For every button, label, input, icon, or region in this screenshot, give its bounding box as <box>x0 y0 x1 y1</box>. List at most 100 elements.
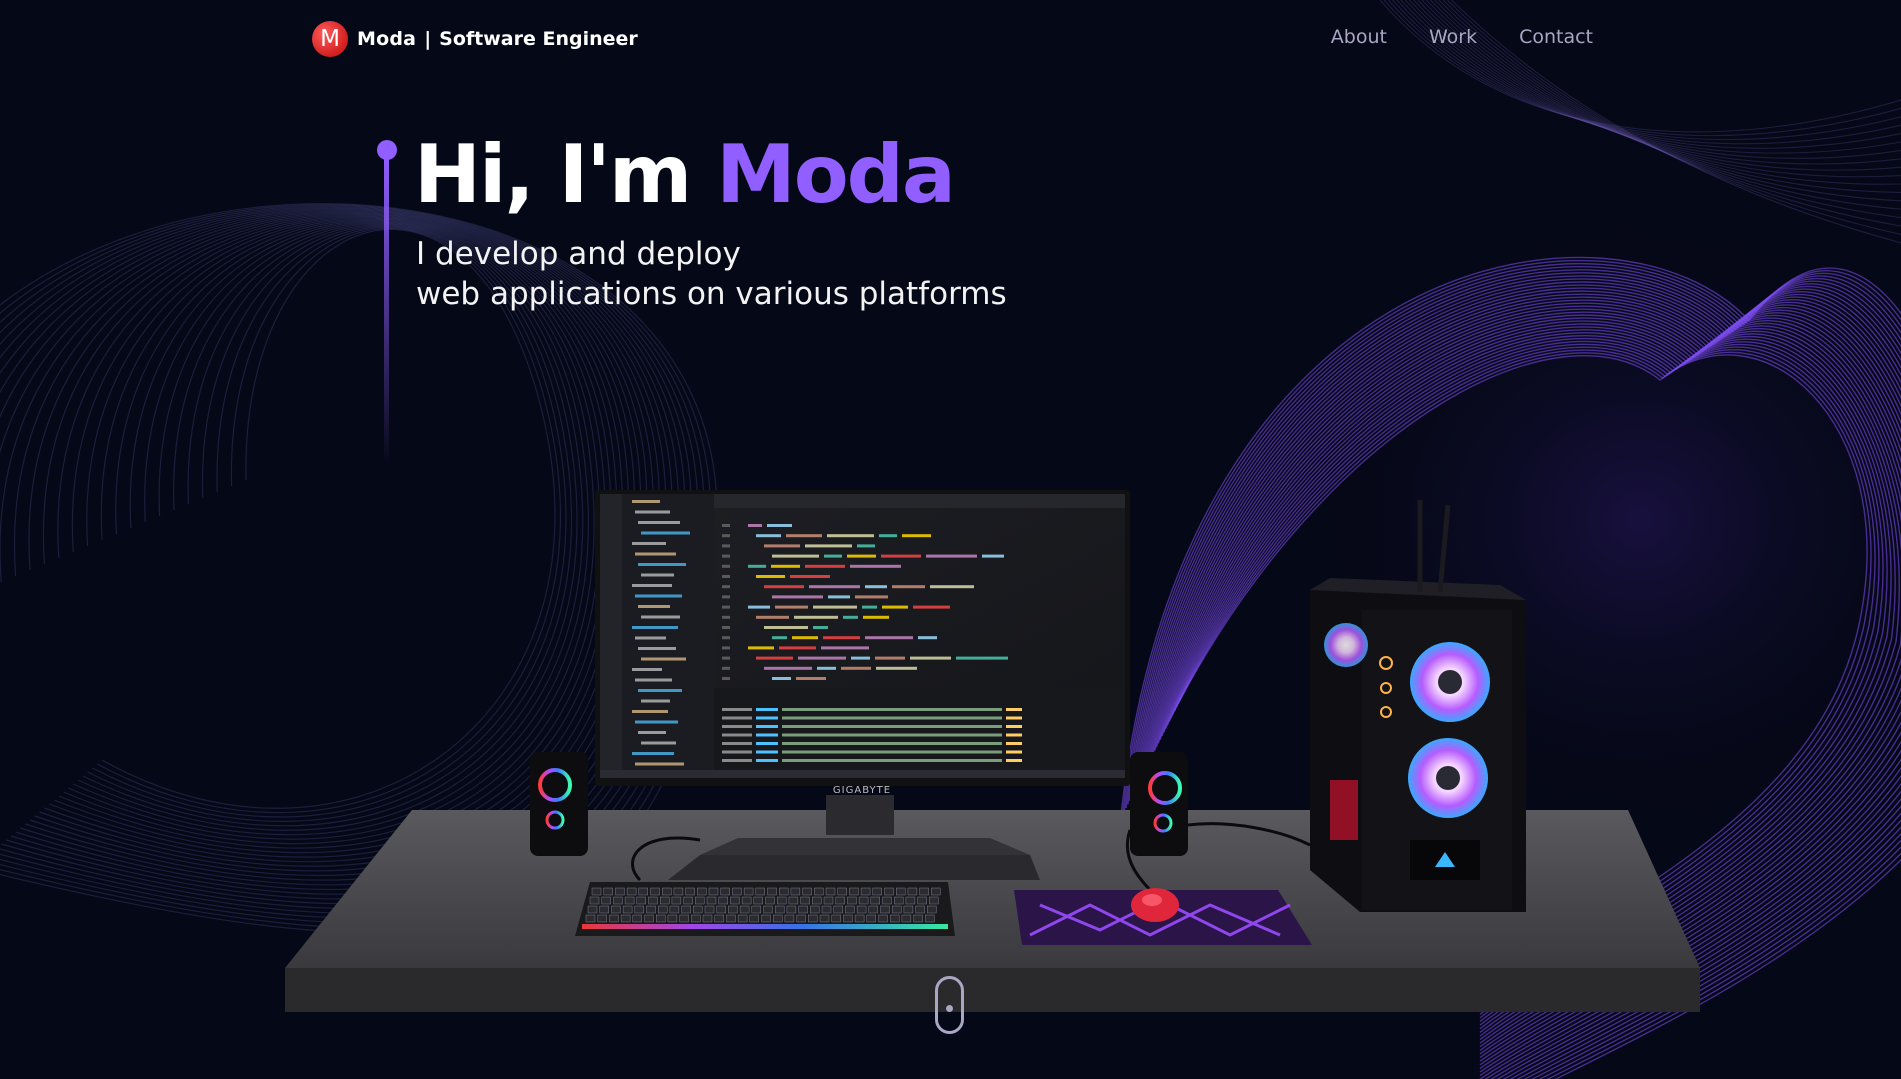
code-line-number <box>722 677 730 680</box>
keyboard-key <box>870 896 880 905</box>
code-line-number <box>722 534 730 538</box>
explorer-row <box>641 657 686 661</box>
explorer-row <box>641 531 690 535</box>
explorer-row <box>632 500 660 503</box>
keyboard-key <box>749 914 759 923</box>
code-token <box>771 564 800 568</box>
code-token <box>876 666 917 670</box>
keyboard-key <box>808 914 818 923</box>
explorer-row <box>635 552 676 556</box>
terminal-count <box>1006 750 1022 754</box>
code-token <box>748 564 766 568</box>
right-speaker <box>1130 752 1188 856</box>
gaming-mouse <box>1131 888 1179 922</box>
code-token <box>882 605 908 609</box>
keyboard-key <box>773 914 783 923</box>
keyboard-key <box>743 887 754 896</box>
code-token <box>879 534 897 538</box>
keyboard-key <box>767 887 777 896</box>
keyboard-key <box>673 887 684 896</box>
keyboard-key <box>755 887 765 896</box>
scroll-down-button[interactable] <box>935 976 964 1034</box>
keyboard-key <box>917 896 927 905</box>
code-token <box>824 554 842 558</box>
terminal-text <box>782 750 1002 754</box>
keyboard-key <box>669 905 680 914</box>
keyboard-key <box>697 887 707 896</box>
keyboard-key <box>894 896 904 905</box>
keyboard-key <box>615 887 625 896</box>
keyboard-key <box>798 905 808 914</box>
code-token <box>843 615 858 619</box>
code-token <box>764 585 804 589</box>
terminal-tag <box>756 742 778 745</box>
terminal-time <box>722 759 752 762</box>
keyboard-key <box>858 896 869 905</box>
code-line-number <box>722 544 730 548</box>
keyboard-key <box>821 905 832 914</box>
code-token <box>748 524 762 527</box>
keyboard-key <box>601 896 611 905</box>
explorer-row <box>632 710 668 713</box>
code-token <box>813 605 857 609</box>
code-token <box>910 656 951 660</box>
keyboard-key <box>825 887 836 896</box>
code-token <box>982 554 1004 558</box>
keyboard-key <box>784 914 795 923</box>
keyboard-key <box>660 896 670 905</box>
code-token <box>821 646 869 650</box>
code-line-number <box>722 666 730 670</box>
desktop-pc-scene[interactable]: GIGABYTE <box>0 0 1901 1079</box>
keyboard-key <box>856 905 867 914</box>
keyboard-key <box>716 905 726 914</box>
terminal-tag <box>756 759 778 762</box>
keyboard-key <box>779 887 789 896</box>
keyboard-key <box>656 914 666 923</box>
keyboard-key <box>591 887 602 896</box>
explorer-row <box>635 762 684 766</box>
keyboard-key <box>685 887 695 896</box>
keyboard-key <box>638 887 648 896</box>
code-token <box>756 534 781 538</box>
code-token <box>790 575 830 578</box>
code-line-number <box>722 564 730 568</box>
keyboard-key <box>622 905 633 914</box>
code-token <box>786 534 822 538</box>
keyboard-key <box>800 896 810 905</box>
keyboard-key <box>901 914 912 923</box>
explorer-row <box>635 720 678 724</box>
pc-tower <box>1310 500 1526 912</box>
keyboard-key <box>681 905 691 914</box>
keyboard-key <box>845 905 855 914</box>
code-token <box>926 554 977 558</box>
keyboard-key <box>691 914 701 923</box>
terminal-text <box>782 742 1002 745</box>
code-token <box>892 585 925 589</box>
keyboard-key <box>763 905 773 914</box>
keyboard-key <box>849 887 859 896</box>
code-line-number <box>722 615 730 619</box>
code-token <box>798 656 846 660</box>
keyboard-key <box>730 896 740 905</box>
keyboard-key <box>915 905 925 914</box>
keyboard-key <box>878 914 888 923</box>
explorer-row <box>638 563 686 566</box>
keyboard-key <box>868 905 878 914</box>
terminal-time <box>722 716 752 720</box>
mouse-scroll-icon <box>946 1005 953 1012</box>
keyboard-key <box>706 896 717 905</box>
code-token <box>772 636 787 640</box>
code-token <box>855 595 888 599</box>
explorer-row <box>635 594 682 598</box>
code-token <box>902 534 931 538</box>
keyboard-key <box>812 896 822 905</box>
keyboard-key <box>854 914 865 923</box>
keyboard-key <box>835 896 845 905</box>
code-token <box>841 666 871 670</box>
keyboard-key <box>671 896 682 905</box>
keyboard-key <box>777 896 787 905</box>
keyboard-key <box>890 914 900 923</box>
code-token <box>862 605 877 609</box>
keyboard-key <box>833 905 843 914</box>
keyboard-key <box>860 887 871 896</box>
